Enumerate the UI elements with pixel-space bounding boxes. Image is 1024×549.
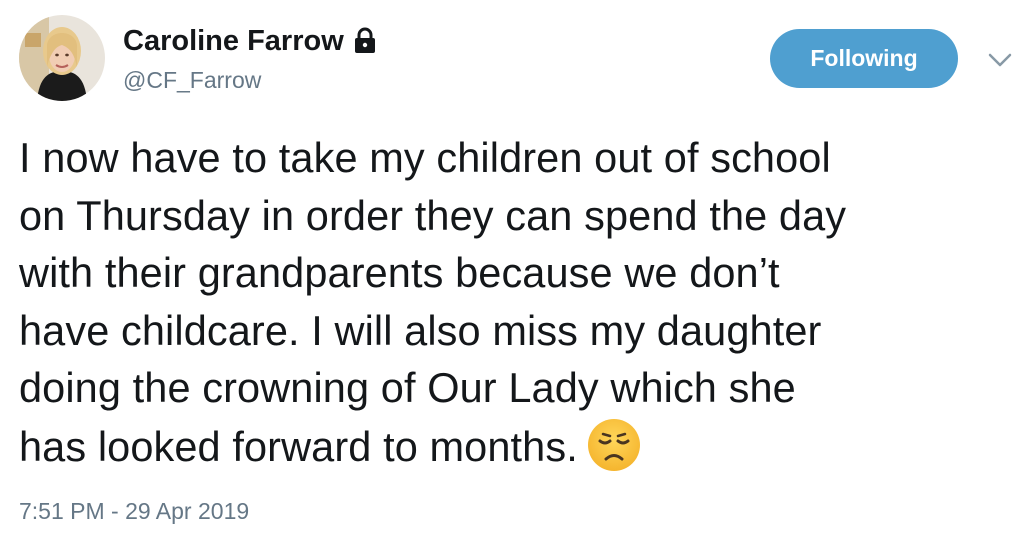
disappointed-face-emoji [586, 417, 642, 473]
tweet-line: on Thursday in order they can spend the … [19, 191, 847, 239]
user-handle[interactable]: @CF_Farrow [123, 66, 261, 94]
user-avatar [19, 15, 105, 101]
lock-icon [352, 27, 378, 55]
chevron-down-icon[interactable] [986, 51, 1014, 69]
tweet-text: I now have to take my children out of sc… [19, 129, 1014, 475]
display-name[interactable]: Caroline Farrow [123, 24, 344, 58]
tweet-timestamp[interactable]: 7:51 PM - 29 Apr 2019 [19, 496, 249, 526]
tweet-line: with their grandparents because we don’t [19, 249, 780, 297]
following-button[interactable]: Following [770, 29, 958, 88]
author-name-row: Caroline Farrow [123, 24, 378, 58]
tweet-line: have childcare. I will also miss my daug… [19, 306, 822, 354]
tweet-line: doing the crowning of Our Lady which she [19, 364, 796, 412]
tweet-line-last: has looked forward to months. [19, 417, 1014, 475]
avatar[interactable] [19, 15, 105, 101]
tweet-line: has looked forward to months. [19, 422, 578, 470]
tweet-line: I now have to take my children out of sc… [19, 134, 831, 181]
